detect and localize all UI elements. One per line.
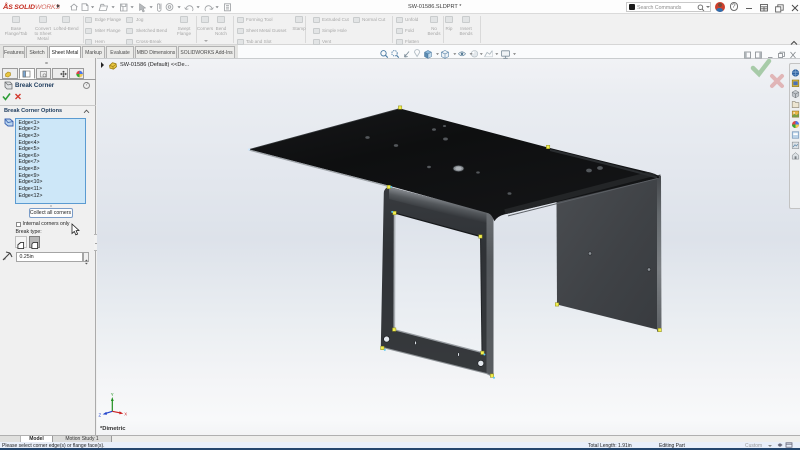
svg-text:Y: Y xyxy=(111,392,114,397)
svg-text:Z: Z xyxy=(99,413,102,418)
svg-text:X: X xyxy=(124,412,127,417)
